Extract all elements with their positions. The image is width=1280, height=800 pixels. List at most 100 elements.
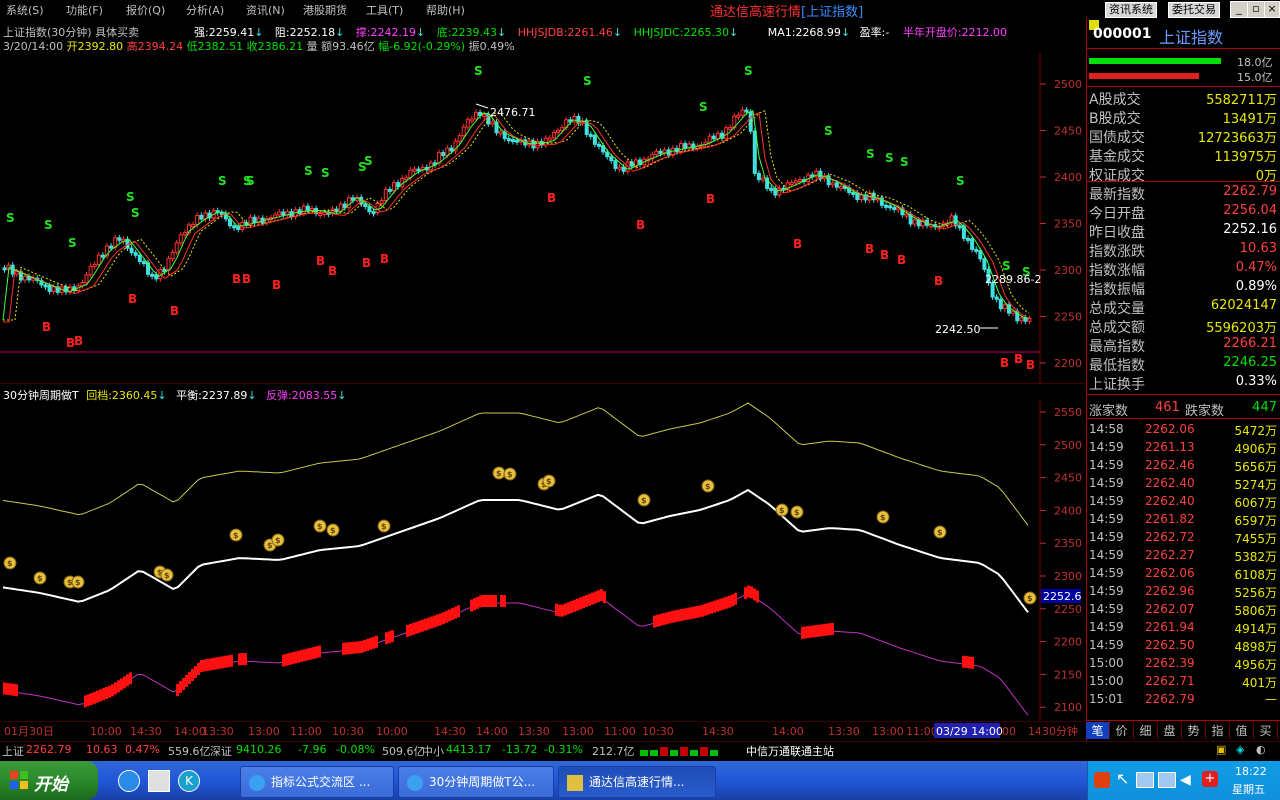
minimize-button[interactable]: _ [1230, 1, 1248, 18]
red-band-bar [348, 642, 351, 655]
red-band-bar [203, 659, 206, 672]
tick-time: 14:59 [1089, 476, 1124, 490]
menu-quote[interactable]: 报价(Q) [126, 2, 165, 18]
quote-tab-0[interactable]: 笔 [1086, 722, 1110, 739]
trade-button[interactable]: 委托交易 [1168, 2, 1220, 18]
clock-time[interactable]: 18:22 [1235, 765, 1267, 778]
candle [884, 204, 888, 208]
quote-tab-6[interactable]: 值 [1230, 722, 1254, 739]
start-button[interactable]: 开始 [0, 761, 98, 800]
tick-row: 14:59 2262.96 5256万 [1089, 584, 1279, 602]
svg-text:$: $ [75, 578, 81, 587]
candle [597, 143, 601, 147]
volume-bar1-label: 18.0亿 [1237, 56, 1273, 69]
red-band-bar [968, 656, 971, 669]
quote-stat-row: 国债成交 12723663万 [1089, 126, 1279, 146]
settings-icon[interactable]: ◐ [1256, 743, 1266, 756]
restore-button[interactable]: ▫ [1247, 1, 1265, 18]
start-label: 开始 [34, 775, 68, 795]
menu-analysis[interactable]: 分析(A) [186, 2, 224, 18]
buy-signal: B [1026, 358, 1035, 372]
main-axis-label: 2450 [1054, 125, 1082, 138]
menu-tools[interactable]: 工具(T) [366, 2, 403, 18]
candle [490, 121, 495, 125]
quote-stat-value: 0.47% [1235, 260, 1277, 275]
tray-network2-icon[interactable] [1158, 772, 1176, 788]
menu-function[interactable]: 功能(F) [66, 2, 103, 18]
menu-help[interactable]: 帮助(H) [426, 2, 465, 18]
candle [392, 182, 396, 192]
buy-signal: B [128, 292, 137, 306]
red-band-bar [197, 663, 200, 675]
k-quicklaunch-icon[interactable]: K [178, 770, 200, 792]
tray-network-icon[interactable] [1136, 772, 1154, 788]
red-band-bar [129, 672, 132, 685]
tick-row: 14:59 2261.82 6597万 [1089, 512, 1279, 530]
task-formula[interactable]: 30分钟周期做T公... [398, 766, 554, 798]
tick-time: 14:59 [1089, 566, 1124, 580]
time-axis-label: 14 [1028, 725, 1042, 738]
tray-volume-icon[interactable]: ◀ [1180, 772, 1191, 788]
red-band-bar [93, 691, 96, 704]
quote-stat-row: 上证换手 0.33% [1089, 373, 1279, 393]
svg-text:$: $ [496, 469, 502, 478]
red-band-bar [476, 596, 479, 609]
app-title-text: 通达信高速行情 [710, 5, 802, 20]
red-band-bar [212, 657, 215, 670]
candle [683, 143, 688, 149]
desktop-quicklaunch-icon[interactable] [148, 770, 170, 792]
quote-stat-value: 2256.04 [1223, 203, 1277, 218]
red-band-bar [448, 609, 451, 622]
sz-index-name[interactable]: 深证 [210, 743, 232, 759]
connect-icon[interactable]: ◈ [1236, 743, 1244, 756]
sub-indicator-chart[interactable]: $$$$$$$$$$$$$$$$$$$$$$$ 2252.6 255025002… [0, 400, 1085, 720]
red-band-bar [288, 653, 291, 665]
quote-tab-2[interactable]: 细 [1134, 722, 1158, 739]
candle [23, 275, 27, 281]
sh-index-price: 2262.79 [26, 743, 72, 756]
red-band-bar [716, 599, 719, 612]
sell-signal: S [699, 100, 708, 114]
candle [281, 211, 286, 216]
tick-time: 14:59 [1089, 530, 1124, 544]
red-band-bar [813, 625, 816, 638]
quote-stat-row: 最新指数 2262.79 [1089, 183, 1279, 203]
red-band-bar [224, 655, 227, 668]
menu-news[interactable]: 资讯(N) [246, 2, 285, 18]
tray-cursor-icon[interactable]: ↖ [1116, 769, 1129, 788]
red-band-bar [719, 598, 722, 611]
quote-tab-5[interactable]: 指 [1206, 722, 1230, 739]
quote-tab-4[interactable]: 势 [1182, 722, 1206, 739]
red-band-bar [221, 656, 224, 669]
candle [662, 149, 667, 154]
tray-app-icon[interactable] [1094, 772, 1110, 788]
tick-time: 15:00 [1089, 656, 1124, 670]
lock-icon[interactable]: ▣ [1216, 743, 1226, 756]
news-system-button[interactable]: 资讯系统 [1105, 2, 1157, 18]
tick-row: 14:59 2262.40 6067万 [1089, 494, 1279, 512]
quote-tab-3[interactable]: 盘 [1158, 722, 1182, 739]
zx-index-name[interactable]: 中小 [422, 743, 444, 759]
money-bag-icon: $ [3, 556, 17, 570]
main-price-chart[interactable]: S SSSSS SSS S SSSSSSSS S SSS SBBBBBB B BBBB BBBBB B… [0, 52, 1085, 384]
money-bag-icon: $ [326, 523, 340, 537]
server-name[interactable]: 中信万通联通主站 [746, 743, 834, 759]
menu-hk-futures[interactable]: 港股期货 [303, 2, 347, 18]
tdx-app-icon [567, 774, 583, 791]
red-band-bar [656, 614, 659, 627]
sell-signal: S [218, 174, 227, 188]
task-forum[interactable]: 指标公式交流区 ... [240, 766, 394, 798]
tray-shield-icon[interactable]: + [1202, 771, 1218, 787]
menu-system[interactable]: 系统(S) [6, 2, 44, 18]
ie-quicklaunch-icon[interactable] [118, 770, 140, 792]
close-button[interactable]: × [1264, 1, 1280, 18]
quote-tab-7[interactable]: 买 [1254, 722, 1278, 739]
sh-index-name[interactable]: 上证 [2, 743, 24, 759]
buy-signal: B [880, 248, 889, 262]
quote-stat-row: 最低指数 2246.25 [1089, 354, 1279, 374]
red-band-bar [90, 693, 93, 705]
task-tdx[interactable]: 通达信高速行情... [558, 766, 716, 798]
quote-stat-value: 0.33% [1235, 374, 1277, 389]
quote-tab-1[interactable]: 价 [1110, 722, 1134, 739]
candle [789, 182, 794, 186]
